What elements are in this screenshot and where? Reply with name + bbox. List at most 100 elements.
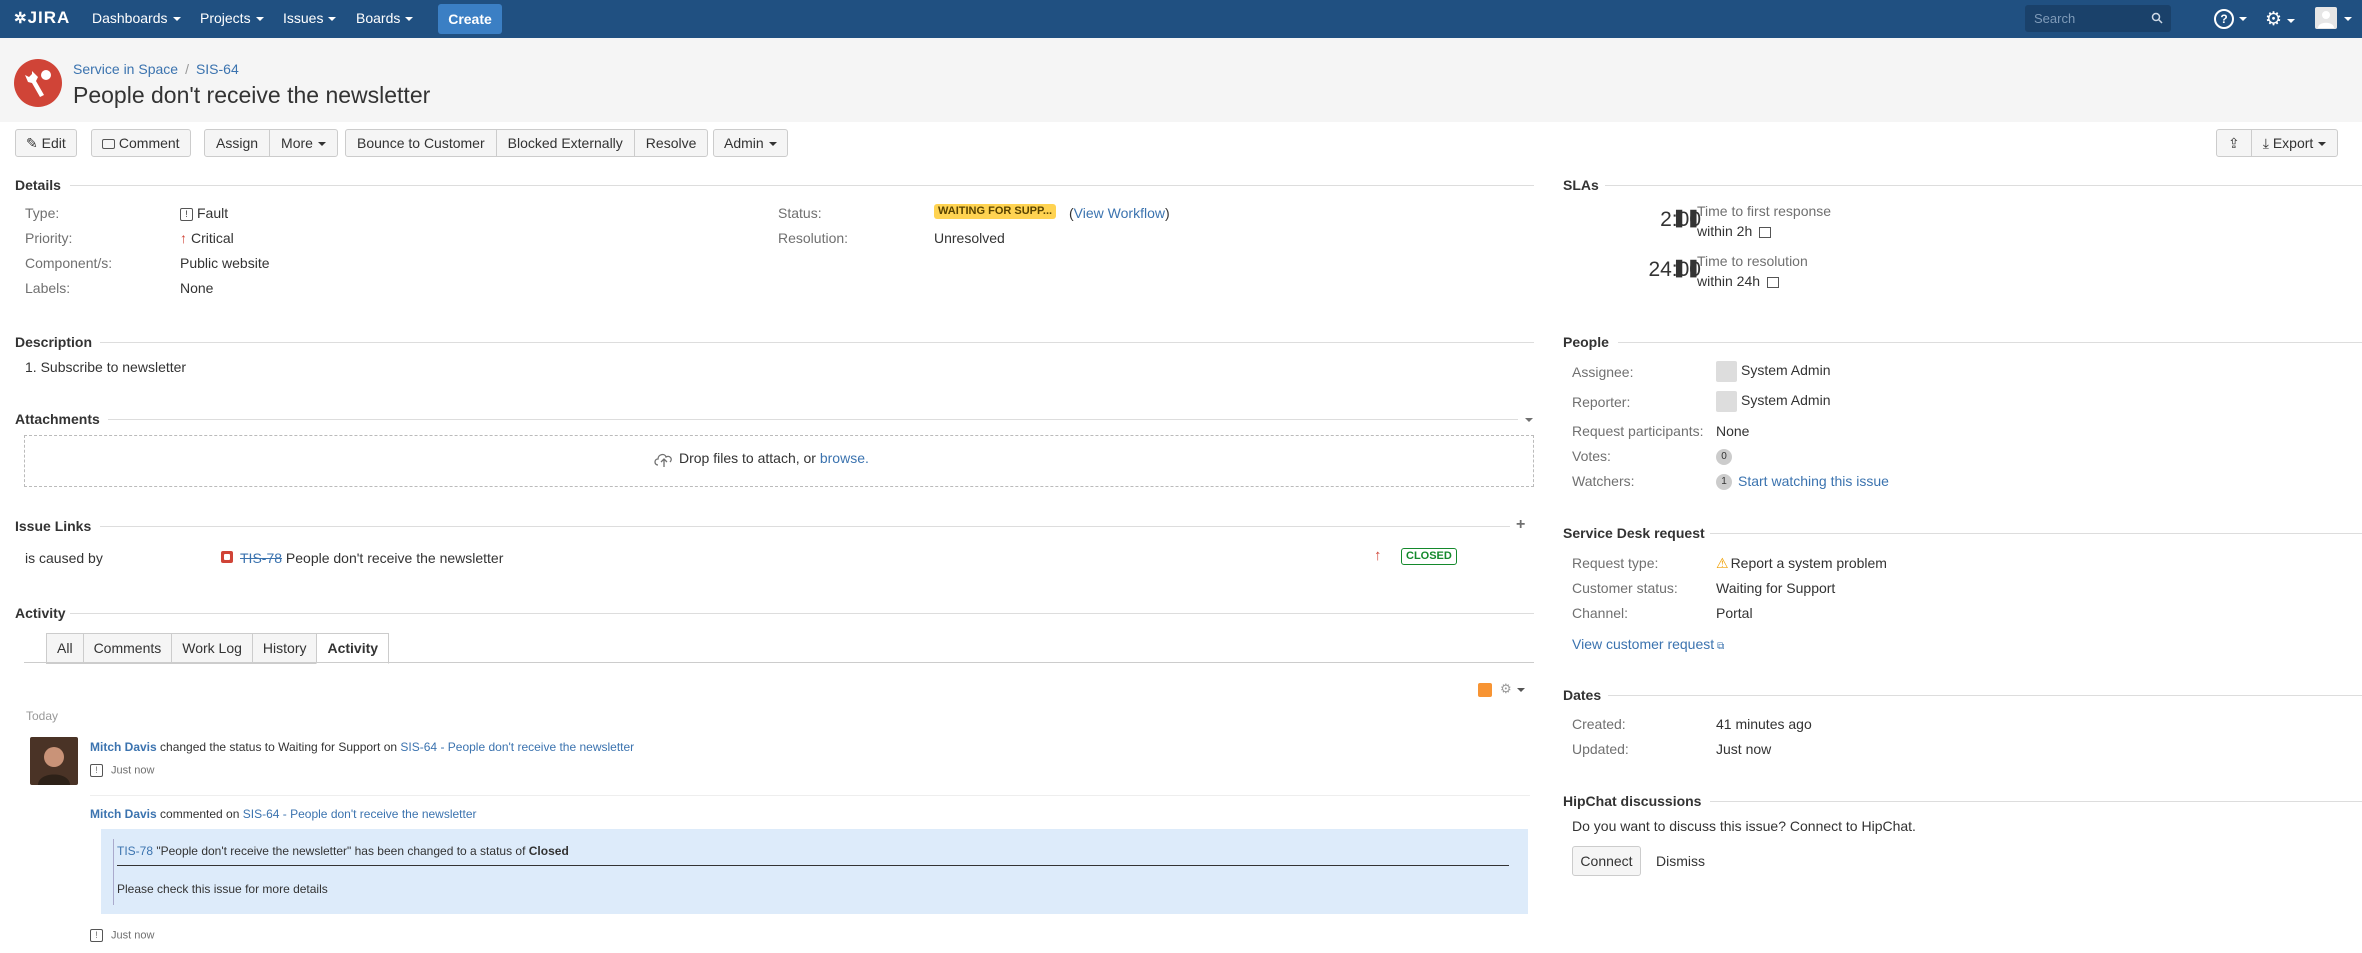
votes-value[interactable]: 0 xyxy=(1716,448,1738,466)
user-avatar[interactable] xyxy=(30,737,78,785)
chevron-down-icon xyxy=(768,142,777,147)
fault-icon: ! xyxy=(180,207,193,221)
watchers-label: Watchers: xyxy=(1572,473,1635,489)
labels-label: Labels: xyxy=(25,280,71,296)
chevron-down-icon xyxy=(2318,142,2327,147)
activity-issue-link[interactable]: SIS-64 - People don't receive the newsle… xyxy=(400,740,634,754)
user-avatar[interactable] xyxy=(2315,7,2337,29)
chevron-down-icon[interactable] xyxy=(2344,17,2352,21)
created-label: Created: xyxy=(1572,716,1626,732)
user-photo xyxy=(38,747,70,785)
nav-projects[interactable]: Projects xyxy=(200,10,264,26)
tab-all[interactable]: All xyxy=(46,633,83,664)
type-label: Type: xyxy=(25,205,60,221)
watchers-count-badge[interactable]: 1 xyxy=(1716,474,1732,491)
attachments-heading: Attachments xyxy=(15,411,100,427)
quote-body: Please check this issue for more details xyxy=(117,882,328,896)
export-button[interactable]: ⤓ Export xyxy=(2250,130,2338,156)
tab-history[interactable]: History xyxy=(251,633,317,664)
sla-goal: within 2h xyxy=(1697,223,1772,239)
workflow-button-group-2: Bounce to Customer Blocked Externally Re… xyxy=(345,129,709,157)
edit-button[interactable]: ✎ Edit xyxy=(15,129,77,157)
people-heading: People xyxy=(1563,334,1609,350)
comment-button[interactable]: Comment xyxy=(91,129,191,157)
browse-link[interactable]: browse. xyxy=(820,450,869,466)
admin-button-label: Admin xyxy=(724,135,764,151)
divider xyxy=(1618,342,2362,343)
type-value: ! Fault xyxy=(180,205,228,221)
quote-issue-link[interactable]: TIS-78 xyxy=(117,844,153,858)
chevron-down-icon xyxy=(172,17,181,22)
activity-user-link[interactable]: Mitch Davis xyxy=(90,807,157,821)
breadcrumb-separator: / xyxy=(185,61,189,77)
customer-status-label: Customer status: xyxy=(1572,580,1678,596)
comment-icon xyxy=(102,139,115,150)
dismiss-link[interactable]: Dismiss xyxy=(1656,853,1705,869)
dates-heading: Dates xyxy=(1563,687,1602,703)
view-customer-request-link[interactable]: View customer request xyxy=(1572,636,1714,652)
project-avatar[interactable] xyxy=(14,59,62,107)
component-link[interactable]: Public website xyxy=(180,255,270,271)
activity-settings[interactable]: ⚙ xyxy=(1500,681,1525,697)
breadcrumb-project-link[interactable]: Service in Space xyxy=(73,61,178,77)
sla-goal: within 24h xyxy=(1697,273,1779,289)
rss-icon[interactable] xyxy=(1478,683,1492,697)
created-value: 41 minutes ago xyxy=(1716,716,1812,732)
help-menu[interactable]: ? xyxy=(2214,9,2247,29)
breadcrumb-issue-key-link[interactable]: SIS-64 xyxy=(196,61,239,77)
activity-entry-2: Mitch Davis commented on SIS-64 - People… xyxy=(90,807,477,821)
admin-button[interactable]: Admin xyxy=(713,129,788,157)
assignee-value[interactable]: System Admin xyxy=(1716,361,1830,382)
activity-timestamp: ! Just now xyxy=(90,764,154,777)
connect-button[interactable]: Connect xyxy=(1572,846,1641,876)
chevron-down-icon xyxy=(255,17,264,22)
attachments-options-icon[interactable] xyxy=(1525,418,1533,422)
share-button[interactable]: ⇪ xyxy=(2217,130,2251,156)
activity-timestamp: ! Just now xyxy=(90,929,154,942)
activity-user-link[interactable]: Mitch Davis xyxy=(90,740,157,754)
logo-text: JIRA xyxy=(27,8,71,27)
share-icon: ⇪ xyxy=(2228,135,2240,151)
start-watching-link[interactable]: Start watching this issue xyxy=(1738,473,1889,489)
blocked-externally-button[interactable]: Blocked Externally xyxy=(495,130,634,156)
jira-logo[interactable]: ✲JIRA xyxy=(14,8,70,28)
export-button-group: ⇪ ⤓ Export xyxy=(2216,129,2339,157)
activity-day: Today xyxy=(26,709,59,723)
reporter-value[interactable]: System Admin xyxy=(1716,391,1830,412)
calendar-icon xyxy=(1759,226,1772,238)
channel-value: Portal xyxy=(1716,605,1753,621)
search-input[interactable]: Search xyxy=(2025,5,2171,32)
nav-boards[interactable]: Boards xyxy=(356,10,414,26)
divider xyxy=(1710,801,2362,802)
activity-entry-text: commented on xyxy=(160,807,240,821)
assign-button[interactable]: Assign xyxy=(205,130,269,156)
tab-comments[interactable]: Comments xyxy=(82,633,172,664)
quote-summary: TIS-78 "People don't receive the newslet… xyxy=(117,844,569,858)
view-workflow-link[interactable]: View Workflow xyxy=(1074,205,1165,221)
cloud-upload-icon xyxy=(654,454,672,468)
nav-dashboards[interactable]: Dashboards xyxy=(92,10,181,26)
settings-menu[interactable]: ⚙ xyxy=(2265,8,2296,31)
nav-issues[interactable]: Issues xyxy=(283,10,337,26)
activity-issue-link[interactable]: SIS-64 - People don't receive the newsle… xyxy=(243,807,477,821)
priority-value-text: Critical xyxy=(191,230,234,246)
resolve-button[interactable]: Resolve xyxy=(633,130,708,156)
top-navigation-bar: ✲JIRA Dashboards Projects Issues Boards … xyxy=(0,0,2362,38)
create-button[interactable]: Create xyxy=(438,4,502,34)
warning-icon: ⚠ xyxy=(1716,555,1729,571)
add-link-icon[interactable]: + xyxy=(1516,516,1525,534)
linked-issue-key-link[interactable]: TIS-78 xyxy=(240,550,282,566)
more-button[interactable]: More xyxy=(269,130,337,156)
attachment-drop-zone[interactable]: Drop files to attach, or browse. xyxy=(24,435,1534,487)
activity-time-text: Just now xyxy=(111,929,155,942)
activity-entry-1: Mitch Davis changed the status to Waitin… xyxy=(90,740,634,754)
reporter-label: Reporter: xyxy=(1572,394,1631,410)
gear-icon: ⚙ xyxy=(2265,9,2283,30)
tab-work-log[interactable]: Work Log xyxy=(171,633,252,664)
bounce-to-customer-button[interactable]: Bounce to Customer xyxy=(346,130,496,156)
search-icon xyxy=(2151,12,2163,24)
chevron-down-icon xyxy=(317,142,326,147)
edit-button-label: Edit xyxy=(41,135,66,151)
fault-icon: ! xyxy=(90,929,103,942)
tab-activity[interactable]: Activity xyxy=(316,633,390,664)
